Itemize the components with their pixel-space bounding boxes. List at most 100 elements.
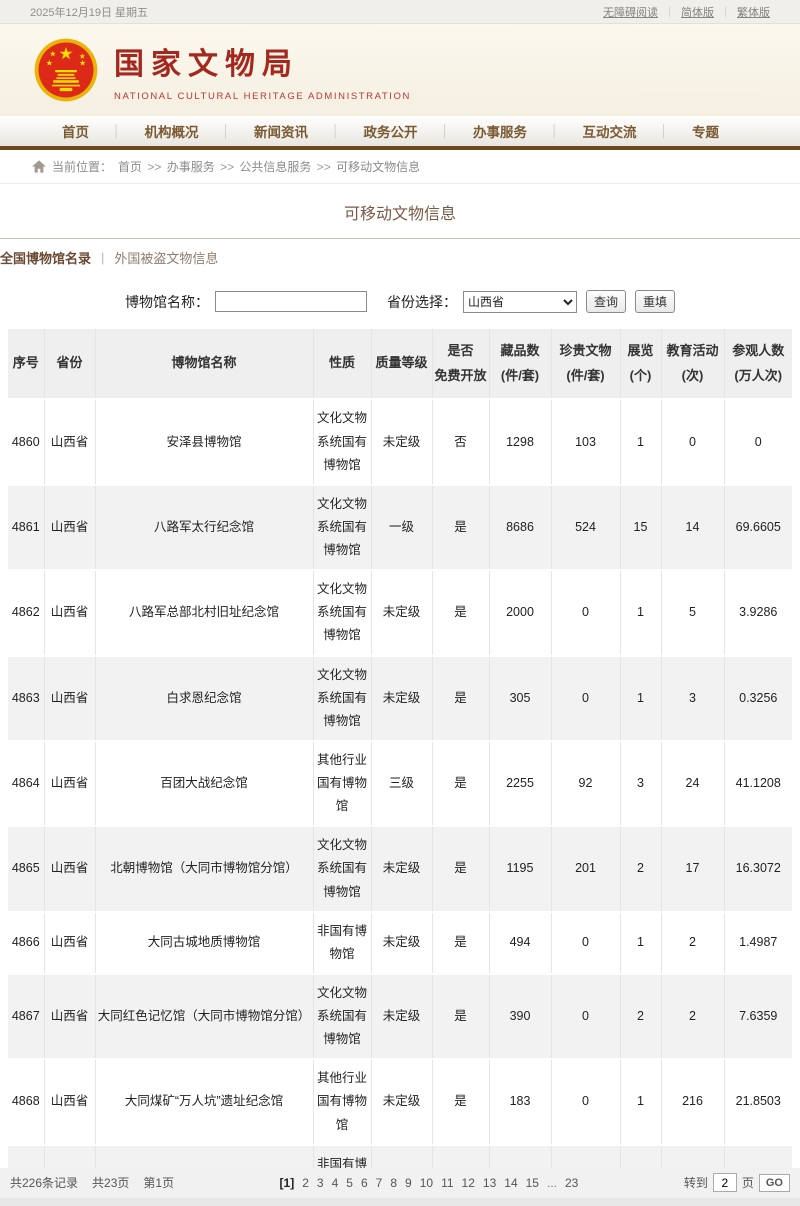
reset-button[interactable]: 重填 [635, 290, 675, 313]
column-header: 序号 [8, 329, 44, 399]
cell-是否: 是 [432, 974, 489, 1059]
province-select[interactable]: 山西省 [463, 291, 577, 313]
header-line2: (个) [623, 364, 659, 389]
cell-参观人数: 21.8503 [724, 1059, 792, 1144]
topbar-link-separator: ｜ [664, 4, 675, 20]
current-date: 2025年12月19日 星期五 [30, 4, 148, 20]
site-subtitle: NATIONAL CULTURAL HERITAGE ADMINISTRATIO… [114, 91, 411, 102]
cell-序号: 4865 [8, 826, 44, 911]
go-button[interactable]: GO [759, 1174, 790, 1192]
page-number-5[interactable]: 5 [346, 1176, 353, 1190]
page-number-13[interactable]: 13 [483, 1176, 496, 1190]
summary-item: 第1页 [143, 1174, 174, 1191]
cell-教育活动: 2 [661, 974, 724, 1059]
page-number-10[interactable]: 10 [420, 1176, 433, 1190]
page-number-2[interactable]: 2 [302, 1176, 309, 1190]
page-ellipsis: ... [547, 1176, 557, 1190]
topbar-link[interactable]: 简体版 [681, 4, 714, 20]
breadcrumb-link[interactable]: 公共信息服务 [239, 160, 311, 174]
cell-珍贵文物: 0 [551, 1059, 620, 1144]
nav-item-5[interactable]: 办事服务 [449, 121, 551, 141]
nav-item-1[interactable]: 首页 [38, 121, 113, 141]
site-header: 国家文物局 NATIONAL CULTURAL HERITAGE ADMINIS… [0, 24, 800, 116]
cell-性质: 文化文物系统国有博物馆 [313, 826, 371, 911]
goto-label: 转到 [684, 1174, 708, 1191]
page-number-15[interactable]: 15 [526, 1176, 539, 1190]
topbar-link[interactable]: 无障碍阅读 [603, 4, 658, 20]
cell-参观人数: 3.9286 [724, 570, 792, 655]
page-number-12[interactable]: 12 [462, 1176, 475, 1190]
cell-珍贵文物: 0 [551, 974, 620, 1059]
column-header: 是否免费开放 [432, 329, 489, 399]
header-line1: 性质 [316, 351, 369, 376]
page-title: 可移动文物信息 [0, 184, 800, 238]
breadcrumb-link[interactable]: 办事服务 [167, 160, 215, 174]
goto-page-input[interactable] [713, 1173, 737, 1192]
cell-展览: 1 [620, 656, 661, 741]
topbar-link[interactable]: 繁体版 [737, 4, 770, 20]
cell-质量等级: 未定级 [371, 399, 432, 484]
breadcrumb-items: 首页 >> 办事服务 >> 公共信息服务 >> 可移动文物信息 [118, 158, 420, 175]
page-number-4[interactable]: 4 [332, 1176, 339, 1190]
cell-省份: 山西省 [44, 570, 95, 655]
breadcrumb: 当前位置： 首页 >> 办事服务 >> 公共信息服务 >> 可移动文物信息 [0, 150, 800, 184]
cell-质量等级: 未定级 [371, 826, 432, 911]
page-number-list: [1]23456789101112131415...23 [280, 1176, 579, 1190]
breadcrumb-link[interactable]: 可移动文物信息 [336, 160, 420, 174]
page-number-3[interactable]: 3 [317, 1176, 324, 1190]
cell-是否: 是 [432, 485, 489, 570]
breadcrumb-link[interactable]: 首页 [118, 160, 142, 174]
column-header: 教育活动(次) [661, 329, 724, 399]
table-row: 4868山西省大同煤矿“万人坑”遗址纪念馆其他行业国有博物馆未定级是183012… [8, 1059, 792, 1144]
cell-博物馆名称: 安泽县博物馆 [95, 399, 313, 484]
cell-是否: 否 [432, 399, 489, 484]
cell-序号: 4862 [8, 570, 44, 655]
query-button[interactable]: 查询 [586, 290, 626, 313]
cell-省份: 山西省 [44, 399, 95, 484]
page-number-14[interactable]: 14 [504, 1176, 517, 1190]
header-line2: (件/套) [554, 364, 618, 389]
header-line1: 藏品数 [492, 339, 549, 364]
cell-参观人数: 16.3072 [724, 826, 792, 911]
cell-教育活动: 14 [661, 485, 724, 570]
cell-藏品数: 2000 [489, 570, 551, 655]
cell-博物馆名称: 八路军总部北村旧址纪念馆 [95, 570, 313, 655]
nav-item-2[interactable]: 机构概况 [121, 121, 223, 141]
tab-1[interactable]: 全国博物馆名录 [0, 248, 101, 267]
museum-name-input[interactable] [215, 291, 367, 312]
tab-2[interactable]: 外国被盗文物信息 [104, 248, 228, 267]
cell-参观人数: 69.6605 [724, 485, 792, 570]
cell-藏品数: 305 [489, 656, 551, 741]
cell-教育活动: 0 [661, 399, 724, 484]
cell-性质: 非国有博物馆 [313, 912, 371, 974]
nav-item-3[interactable]: 新闻资讯 [230, 121, 332, 141]
cell-省份: 山西省 [44, 1059, 95, 1144]
museum-name-label: 博物馆名称： [125, 292, 209, 312]
nav-item-7[interactable]: 专题 [668, 121, 743, 141]
page-number-11[interactable]: 11 [441, 1176, 453, 1190]
page-number-7[interactable]: 7 [376, 1176, 383, 1190]
page-number-9[interactable]: 9 [405, 1176, 412, 1190]
cell-序号: 4867 [8, 974, 44, 1059]
nav-item-6[interactable]: 互动交流 [559, 121, 661, 141]
cell-性质: 文化文物系统国有博物馆 [313, 656, 371, 741]
page-number-6[interactable]: 6 [361, 1176, 368, 1190]
nav-item-4[interactable]: 政务公开 [340, 121, 442, 141]
cell-教育活动: 3 [661, 656, 724, 741]
summary-item: 共23页 [92, 1174, 129, 1191]
header-line1: 珍贵文物 [554, 339, 618, 364]
cell-博物馆名称: 大同古城地质博物馆 [95, 912, 313, 974]
nav-separator: │ [113, 124, 121, 138]
column-header: 性质 [313, 329, 371, 399]
column-header: 参观人数(万人次) [724, 329, 792, 399]
cell-参观人数: 7.6359 [724, 974, 792, 1059]
cell-珍贵文物: 201 [551, 826, 620, 911]
breadcrumb-separator: >> [144, 160, 165, 174]
cell-博物馆名称: 百团大战纪念馆 [95, 741, 313, 826]
page-number-23[interactable]: 23 [565, 1176, 578, 1190]
page-number-8[interactable]: 8 [390, 1176, 397, 1190]
cell-参观人数: 0.3256 [724, 656, 792, 741]
home-icon [32, 160, 46, 173]
cell-展览: 2 [620, 826, 661, 911]
cell-序号: 4866 [8, 912, 44, 974]
